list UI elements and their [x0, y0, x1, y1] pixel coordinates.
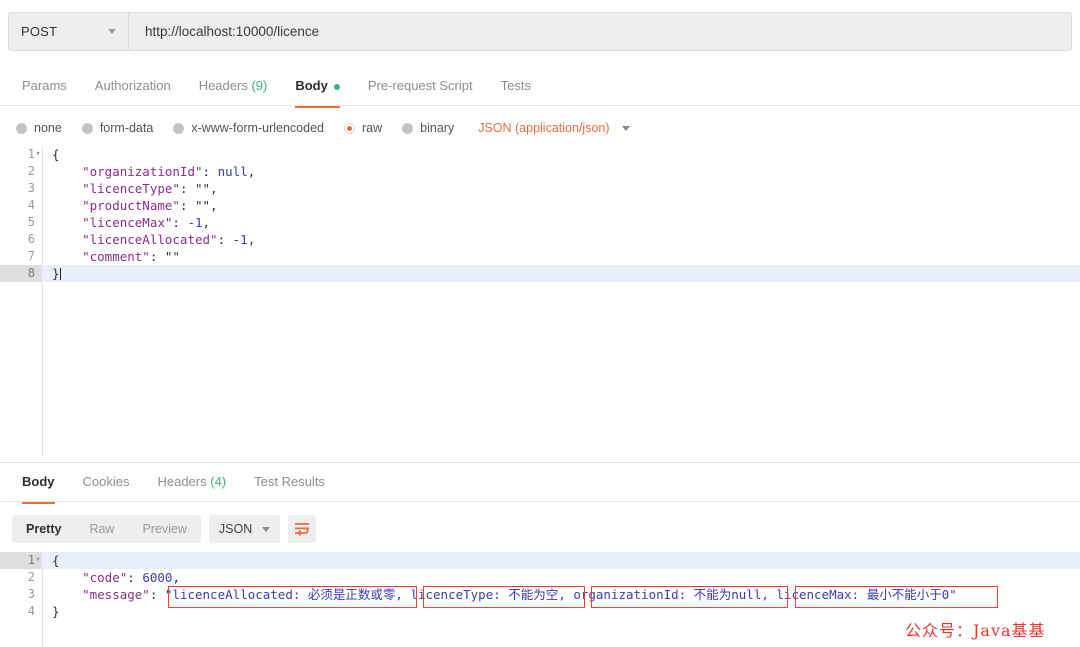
body-type-raw[interactable]: raw [344, 121, 382, 135]
tab-label: Headers [198, 78, 248, 93]
unsaved-dot-icon [333, 83, 340, 90]
request-gutter: 1 ▾ 2 3 4 5 6 7 8 [0, 146, 43, 456]
radio-icon [81, 122, 93, 134]
body-type-label: form-data [99, 121, 154, 135]
radio-icon [402, 122, 414, 134]
request-tab-pre-request-script[interactable]: Pre-request Script [354, 68, 487, 108]
body-type-label: binary [420, 121, 455, 135]
response-format-select[interactable]: JSON [208, 515, 281, 543]
tab-label: Tests [500, 78, 531, 93]
tab-label: Body [295, 78, 328, 93]
response-tab-bar: Body Cookies Headers (4) Test Results [0, 464, 1080, 504]
word-wrap-button[interactable] [288, 515, 317, 543]
line-number: 4 [27, 604, 35, 618]
url-input[interactable]: http://localhost:10000/licence [129, 13, 1071, 50]
radio-icon [16, 122, 27, 134]
response-code-lines: { "code": 6000, "message": "licenceAlloc… [42, 552, 1080, 620]
code-line: { [42, 552, 1080, 569]
chevron-down-icon [262, 526, 271, 532]
code-line: { [52, 147, 60, 162]
line-number: 5 [27, 215, 35, 229]
radio-icon [173, 122, 185, 134]
code-line: } [42, 265, 1080, 282]
tab-label: Body [22, 474, 55, 489]
request-code-lines: { "organizationId": null, "licenceType":… [42, 146, 1080, 282]
body-type-label: raw [362, 121, 383, 135]
request-tab-authorization[interactable]: Authorization [81, 68, 185, 108]
tab-label: Params [22, 78, 67, 93]
response-format-label: JSON [218, 522, 253, 536]
code-line: "licenceAllocated": -1, [52, 232, 256, 247]
body-type-label: none [34, 121, 62, 135]
tab-label: Headers [157, 474, 207, 489]
url-bar: POST http://localhost:10000/licence [0, 0, 1080, 62]
code-line: "organizationId": null, [52, 164, 256, 179]
response-view-mode-group: Pretty Raw Preview [12, 515, 201, 543]
response-toolbar: Pretty Raw Preview JSON [0, 509, 1080, 549]
tab-label: Authorization [94, 78, 171, 93]
line-number: 6 [27, 232, 35, 246]
code-line: "comment": "" [52, 249, 180, 264]
http-method-select[interactable]: POST [9, 13, 129, 50]
radio-icon [344, 122, 355, 134]
request-tab-headers[interactable]: Headers (9) [185, 68, 282, 108]
response-tab-test-results[interactable]: Test Results [240, 464, 339, 504]
response-view-pretty[interactable]: Pretty [12, 515, 75, 543]
response-view-preview[interactable]: Preview [128, 515, 200, 543]
code-line: "productName": "", [52, 198, 218, 213]
line-number: 2 [27, 570, 35, 584]
request-body-editor[interactable]: 1 ▾ 2 3 4 5 6 7 8 { "organizationId": null, "lic… [0, 146, 1080, 456]
body-type-x-www-form-urlencoded[interactable]: x-www-form-urlencoded [173, 121, 324, 135]
postman-window: POST http://localhost:10000/licence Para… [0, 0, 1080, 647]
code-line: "code": 6000, [52, 570, 180, 585]
response-gutter: 1 ▾ 2 3 4 [0, 552, 43, 647]
request-tab-count: (9) [251, 78, 268, 93]
tab-label: Pre-request Script [367, 78, 473, 93]
request-tab-bar: Params Authorization Headers (9) Body Pre-re… [0, 68, 1080, 108]
body-type-form-data[interactable]: form-data [81, 121, 154, 135]
http-method-label: POST [21, 24, 58, 39]
body-type-row: none form-data x-www-form-urlencoded raw bin… [0, 112, 1080, 144]
response-view-raw[interactable]: Raw [75, 515, 128, 543]
request-tab-params[interactable]: Params [8, 68, 81, 108]
line-number: 8 [0, 265, 42, 282]
line-number: 1 ▾ [0, 552, 42, 569]
code-line: "licenceMax": -1, [52, 215, 211, 230]
response-tab-headers[interactable]: Headers (4) [143, 464, 240, 504]
tab-label: Cookies [82, 474, 130, 489]
line-number: 3 [27, 587, 35, 601]
url-bar-group: POST http://localhost:10000/licence [8, 12, 1072, 51]
line-number: 4 [27, 198, 35, 212]
code-line: "message": "licenceAllocated: 必须是正数或零, l… [52, 587, 957, 602]
response-tab-count: (4) [210, 474, 227, 489]
request-tab-tests[interactable]: Tests [487, 68, 545, 108]
line-number: 3 [27, 181, 35, 195]
code-line: "licenceType": "", [52, 181, 218, 196]
panel-divider [0, 462, 1080, 463]
watermark: 公众号：Java基基 [905, 621, 1046, 640]
request-tab-body[interactable]: Body [281, 68, 354, 108]
content-type-select[interactable]: JSON (application/json) [478, 121, 630, 135]
chevron-down-icon [108, 29, 116, 34]
word-wrap-icon [295, 523, 310, 536]
line-number: 2 [27, 164, 35, 178]
body-type-label: x-www-form-urlencoded [191, 121, 324, 135]
content-type-label: JSON (application/json) [478, 121, 610, 135]
response-tab-body[interactable]: Body [8, 464, 69, 504]
response-tab-cookies[interactable]: Cookies [69, 464, 144, 504]
line-number: 1 ▾ [0, 146, 42, 163]
body-type-none[interactable]: none [16, 121, 62, 135]
line-number: 7 [27, 249, 35, 263]
tab-label: Test Results [254, 474, 325, 489]
chevron-down-icon [621, 125, 630, 131]
body-type-binary[interactable]: binary [402, 121, 454, 135]
